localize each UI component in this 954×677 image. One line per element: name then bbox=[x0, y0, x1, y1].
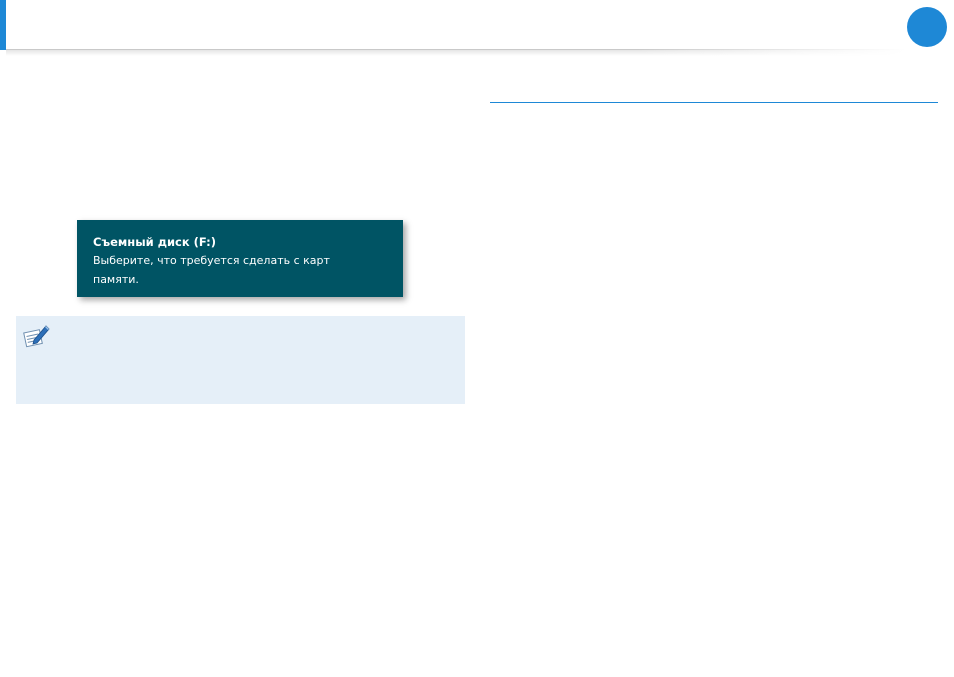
header-divider-fade bbox=[6, 49, 906, 57]
removable-disk-notification[interactable]: Съемный диск (F:) Выберите, что требуетс… bbox=[77, 220, 403, 297]
notification-title: Съемный диск (F:) bbox=[93, 235, 216, 249]
note-pencil-icon bbox=[22, 322, 50, 350]
note-box bbox=[16, 316, 465, 404]
chapter-badge bbox=[907, 7, 947, 47]
header-accent-bar bbox=[0, 0, 6, 50]
section-divider bbox=[490, 102, 938, 103]
notification-message: Выберите, что требуется сделать с карт п… bbox=[93, 254, 330, 286]
